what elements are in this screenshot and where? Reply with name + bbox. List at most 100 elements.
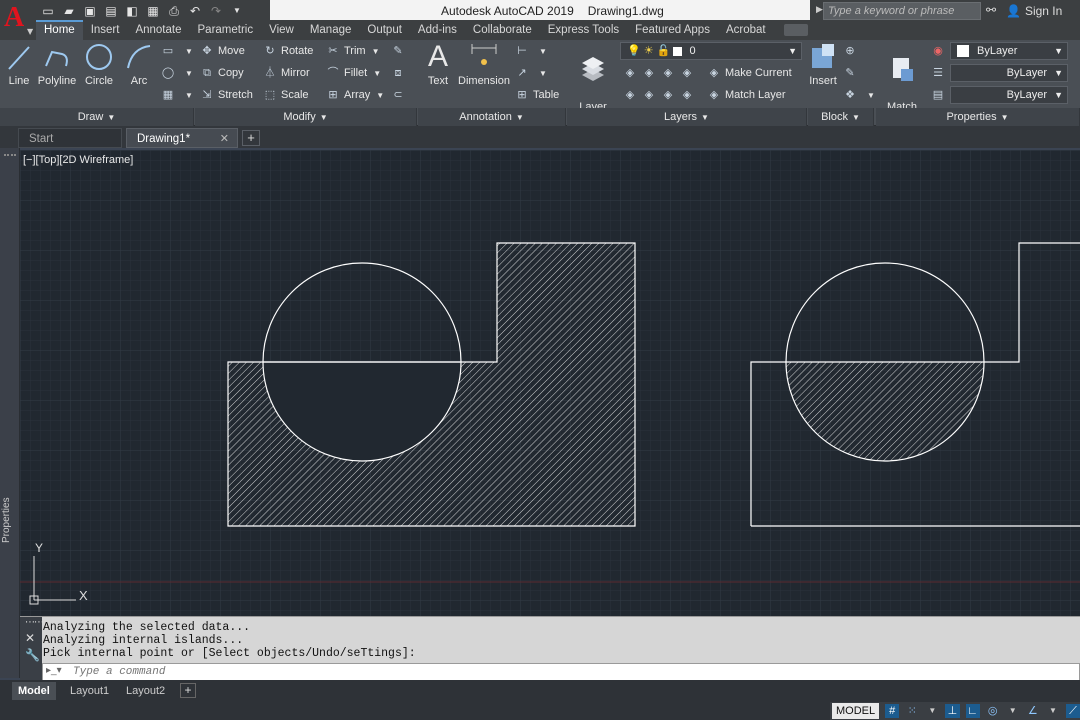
close-icon[interactable]: ✕ [220,129,229,149]
insert-block-button[interactable]: Insert [808,42,838,88]
layer-lock-icon[interactable]: ◈ [679,64,695,82]
chevron-down-icon[interactable]: ▼ [1006,704,1020,718]
tab-start[interactable]: Start [18,128,122,148]
tab-featured-apps[interactable]: Featured Apps [627,20,718,40]
layers-panel-title[interactable]: Layers ▼ [567,108,807,126]
color-wheel-icon[interactable]: ◉ [930,42,949,60]
tab-insert[interactable]: Insert [83,20,128,40]
grid-icon[interactable]: # [885,704,900,718]
linear-dim-button[interactable]: ⊢ ▼ [514,42,547,60]
command-input[interactable] [73,665,973,679]
color-dropdown[interactable]: ByLayer ▼ [950,42,1068,60]
scale-button[interactable]: ⬚ Scale [262,86,309,104]
properties-palette-bar[interactable]: Properties [0,148,20,678]
arc-tool-button[interactable]: Arc [122,42,156,88]
close-icon[interactable]: ✕ [25,631,35,645]
tab-layout2[interactable]: Layout2 [120,682,171,700]
lineweight-toggle-icon[interactable]: ⟋ [1065,704,1080,718]
dimension-tool-button[interactable]: Dimension [456,42,512,88]
chevron-down-icon[interactable]: ▼ [1046,704,1060,718]
tab-layout1[interactable]: Layout1 [64,682,115,700]
layer-on-icon[interactable]: ◈ [622,86,638,104]
linetype-icon[interactable]: ▤ [930,86,949,104]
erase-button[interactable]: ✎ [390,42,409,60]
tab-annotate[interactable]: Annotate [127,20,189,40]
ortho-icon[interactable]: ⊥ [945,704,960,718]
tab-express-tools[interactable]: Express Tools [540,20,627,40]
expand-arrow-icon[interactable]: ▶ [816,4,823,15]
viewport-controls-label[interactable]: [−][Top][2D Wireframe] [23,154,133,166]
plot-icon[interactable]: ⎙ [166,4,182,18]
tab-add-ins[interactable]: Add-ins [410,20,465,40]
circle-tool-button[interactable]: Circle [82,42,116,88]
chevron-down-icon[interactable]: ▼ [925,704,939,718]
grip-icon[interactable]: ⋯⋯ [25,617,44,628]
undo-icon[interactable]: ↶ [187,4,203,18]
edit-block-button[interactable]: ✎ [842,64,861,82]
stretch-button[interactable]: ⇲ Stretch [199,86,252,104]
offset-button[interactable]: ⊂ [390,86,409,104]
search-input[interactable]: Type a keyword or phrase [823,2,981,20]
open-folder-icon[interactable]: ▰ [61,4,77,18]
polyline-tool-button[interactable]: Polyline [36,42,78,88]
drag-handle-icon[interactable] [4,154,16,156]
sign-in-button[interactable]: 👤 Sign In [1006,4,1062,18]
linetype-dropdown[interactable]: ByLayer ▼ [950,86,1068,104]
drawing-canvas[interactable] [20,150,1080,616]
table-button[interactable]: ⊞ Table [514,86,559,104]
tab-drawing1[interactable]: Drawing1* ✕ [126,128,238,148]
tab-parametric[interactable]: Parametric [190,20,262,40]
command-prompt-icon[interactable]: ▸_▾ [46,665,62,676]
explode-button[interactable]: ⧈ [390,64,409,82]
layer-thaw-icon[interactable]: ◈ [660,86,676,104]
new-drawing-button[interactable]: + [242,130,260,146]
annotation-panel-title[interactable]: Annotation ▼ [418,108,566,126]
hatch-tool-button[interactable]: ▦ ▼ [160,86,193,104]
lineweight-icon[interactable]: ☰ [930,64,949,82]
layer-freeze-icon[interactable]: ◈ [660,64,676,82]
tab-acrobat[interactable]: Acrobat [718,20,774,40]
leader-button[interactable]: ↗ ▼ [514,64,547,82]
tab-home[interactable]: Home [36,20,83,40]
mirror-button[interactable]: ⏃ Mirror [262,64,310,82]
block-panel-title[interactable]: Block ▼ [808,108,874,126]
layer-dropdown[interactable]: 💡 ☀ 🔓 0 ▼ [620,42,802,60]
command-line-handle[interactable]: ⋯⋯ ✕ 🔧 [20,617,44,681]
ellipse-tool-button[interactable]: ◯ ▼ [160,64,193,82]
ribbon-minimize-button[interactable] [783,24,808,36]
polar-icon[interactable]: ∟ [965,704,980,718]
binoculars-icon[interactable]: ⚯ [986,3,996,17]
array-button[interactable]: ⊞ Array ▼ [325,86,384,104]
line-tool-button[interactable]: Line [4,42,34,88]
move-button[interactable]: ✥ Move [199,42,245,60]
create-block-button[interactable]: ⊕ [842,42,861,60]
isometric-icon[interactable]: ◎ [986,704,1000,718]
match-layer-button[interactable]: ◈ Match Layer [706,86,786,104]
drawing-viewport[interactable]: [−][Top][2D Wireframe] Y X [20,150,1080,616]
layer-off-icon[interactable]: ◈ [622,64,638,82]
tab-view[interactable]: View [261,20,302,40]
draw-panel-title[interactable]: Draw ▼ [0,108,194,126]
rectangle-tool-button[interactable]: ▭ ▼ [160,42,193,60]
tab-model[interactable]: Model [12,682,56,700]
model-space-toggle[interactable]: MODEL [832,703,880,719]
tab-manage[interactable]: Manage [302,20,360,40]
application-menu-button[interactable]: A ▼ [0,0,36,40]
layer-isolate-icon[interactable]: ◈ [641,64,657,82]
trim-button[interactable]: ✂ Trim ▼ [325,42,379,60]
redo-icon[interactable]: ↷ [208,4,224,18]
tab-output[interactable]: Output [359,20,410,40]
save-web-icon[interactable]: ▦ [145,4,161,18]
object-snap-tracking-icon[interactable]: ∠ [1026,704,1040,718]
new-file-icon[interactable]: ▭ [40,4,56,18]
customize-qat-icon[interactable]: ▼ [229,4,245,18]
make-current-button[interactable]: ◈ Make Current [706,64,792,82]
save-icon[interactable]: ▣ [82,4,98,18]
modify-panel-title[interactable]: Modify ▼ [195,108,417,126]
copy-button[interactable]: ⧉ Copy [199,64,244,82]
fillet-button[interactable]: ⌒ Fillet ▼ [325,64,382,82]
layer-unisolate-icon[interactable]: ◈ [641,86,657,104]
command-input-box[interactable]: ▸_▾ [42,663,1080,681]
properties-panel-title[interactable]: Properties ▼ [876,108,1080,126]
tab-collaborate[interactable]: Collaborate [465,20,540,40]
